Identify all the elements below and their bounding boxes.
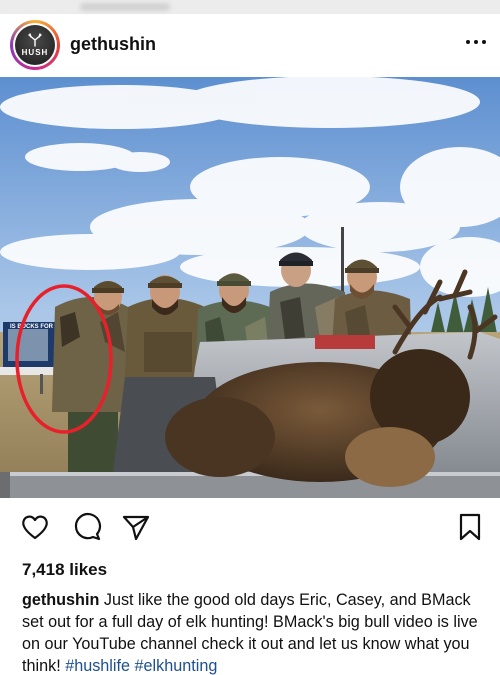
more-options-icon[interactable] xyxy=(466,40,486,44)
send-icon[interactable] xyxy=(121,512,151,542)
status-bar xyxy=(0,0,500,14)
post-header: HUSH gethushin xyxy=(0,14,500,76)
post-actions xyxy=(0,506,500,548)
hashtag-link[interactable]: #elkhunting xyxy=(135,657,218,675)
post-username[interactable]: gethushin xyxy=(70,34,156,55)
billboard-text: IS BUCKS FOR S xyxy=(10,324,59,330)
bookmark-icon[interactable] xyxy=(455,512,485,542)
status-bar-blur xyxy=(80,3,170,11)
comment-icon[interactable] xyxy=(72,512,102,542)
avatar-story-ring[interactable]: HUSH xyxy=(10,20,60,70)
avatar-logo-text: HUSH xyxy=(21,48,49,57)
avatar[interactable]: HUSH xyxy=(15,25,55,65)
hashtag-link[interactable]: #hushlife xyxy=(65,657,130,675)
caption-username[interactable]: gethushin xyxy=(22,591,99,609)
antler-logo-icon xyxy=(28,33,42,47)
like-count[interactable]: 7,418 likes xyxy=(22,560,107,580)
post-photo[interactable]: IS BUCKS FOR S xyxy=(0,77,500,498)
post-caption: gethushin Just like the good old days Er… xyxy=(22,589,482,675)
heart-icon[interactable] xyxy=(20,512,50,542)
